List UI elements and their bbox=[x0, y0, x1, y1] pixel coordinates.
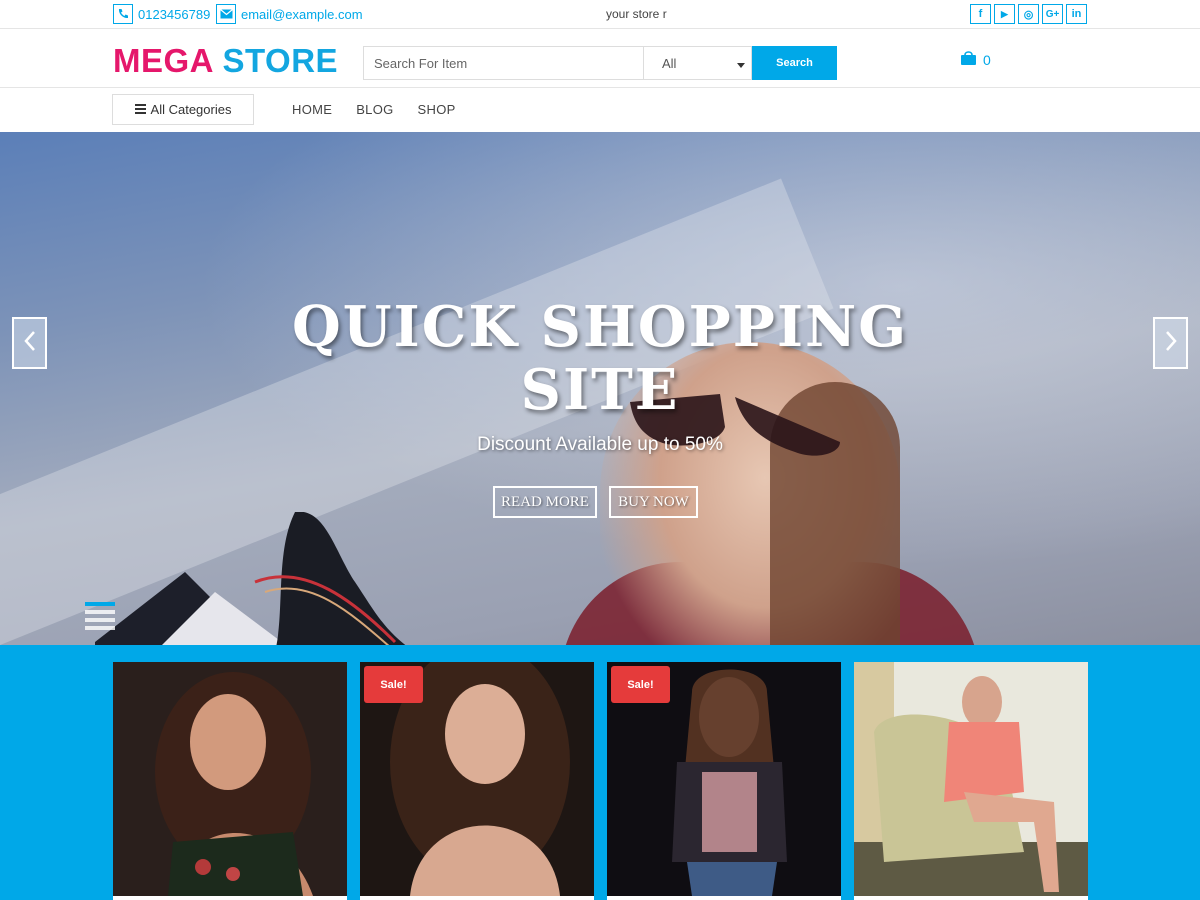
phone-icon bbox=[113, 4, 133, 24]
email-address[interactable]: email@example.com bbox=[241, 7, 363, 22]
google-plus-icon[interactable]: G+ bbox=[1042, 4, 1063, 24]
category-selected-value: All bbox=[662, 55, 677, 71]
slide-indicator[interactable] bbox=[85, 610, 115, 614]
search-bar: Search For Item All Search bbox=[363, 46, 837, 80]
caret-down-icon bbox=[737, 63, 745, 68]
nav-blog[interactable]: BLOG bbox=[356, 102, 393, 117]
shopping-bag-icon bbox=[960, 50, 977, 69]
product-image bbox=[113, 662, 347, 896]
slider-next-button[interactable] bbox=[1153, 317, 1188, 369]
main-nav: All Categories HOME BLOG SHOP bbox=[0, 88, 1200, 132]
phone-contact[interactable]: 0123456789 bbox=[113, 4, 210, 24]
hero-title-line2: SITE bbox=[520, 357, 680, 423]
facebook-icon[interactable]: f bbox=[970, 4, 991, 24]
hero-slider: QUICK SHOPPING SITE Discount Available u… bbox=[0, 132, 1200, 645]
logo-mega: MEGA bbox=[113, 42, 213, 79]
slider-prev-button[interactable] bbox=[12, 317, 47, 369]
youtube-icon[interactable]: ▶ bbox=[994, 4, 1015, 24]
social-links: f ▶ ◎ G+ in bbox=[970, 4, 1087, 24]
buy-now-button[interactable]: BUY NOW bbox=[609, 486, 698, 518]
hero-title-line1: QUICK SHOPPING bbox=[291, 294, 909, 360]
menu-links: HOME BLOG SHOP bbox=[292, 102, 456, 117]
site-header: MEGA STORE Search For Item All Search 0 bbox=[0, 29, 1200, 88]
chevron-left-icon bbox=[23, 330, 37, 356]
top-bar: 0123456789 email@example.com your store … bbox=[0, 0, 1200, 29]
product-card[interactable] bbox=[113, 662, 347, 900]
slide-indicator[interactable] bbox=[85, 618, 115, 622]
slide-indicator[interactable] bbox=[85, 626, 115, 630]
featured-products: Sale! Sale! bbox=[0, 645, 1200, 900]
search-button[interactable]: Search bbox=[752, 46, 837, 80]
envelope-icon bbox=[216, 4, 236, 24]
slide-indicator-active[interactable] bbox=[85, 602, 115, 606]
all-categories-button[interactable]: All Categories bbox=[112, 94, 254, 125]
read-more-button[interactable]: READ MORE bbox=[493, 486, 597, 518]
nav-home[interactable]: HOME bbox=[292, 102, 332, 117]
hero-image-shopping-bags bbox=[95, 512, 406, 645]
email-contact[interactable]: email@example.com bbox=[216, 4, 363, 24]
slider-indicators[interactable] bbox=[85, 602, 115, 634]
cart-link[interactable]: 0 bbox=[960, 50, 991, 69]
search-input[interactable]: Search For Item bbox=[363, 46, 643, 80]
instagram-icon[interactable]: ◎ bbox=[1018, 4, 1039, 24]
chevron-right-icon bbox=[1164, 330, 1178, 356]
hamburger-icon bbox=[134, 102, 146, 117]
cart-count: 0 bbox=[983, 51, 991, 68]
store-tagline: your store r bbox=[606, 7, 667, 21]
sale-badge: Sale! bbox=[364, 666, 423, 703]
sale-badge: Sale! bbox=[611, 666, 670, 703]
nav-shop[interactable]: SHOP bbox=[418, 102, 456, 117]
product-image bbox=[854, 662, 1088, 896]
site-logo[interactable]: MEGA STORE bbox=[113, 43, 338, 79]
product-card[interactable]: Sale! bbox=[360, 662, 594, 900]
category-select[interactable]: All bbox=[643, 46, 752, 80]
all-categories-label: All Categories bbox=[150, 102, 232, 117]
linkedin-icon[interactable]: in bbox=[1066, 4, 1087, 24]
product-card[interactable] bbox=[854, 662, 1088, 900]
hero-subtitle: Discount Available up to 50% bbox=[477, 434, 723, 455]
logo-store: STORE bbox=[222, 42, 339, 79]
phone-number[interactable]: 0123456789 bbox=[138, 7, 210, 22]
product-card[interactable]: Sale! bbox=[607, 662, 841, 900]
